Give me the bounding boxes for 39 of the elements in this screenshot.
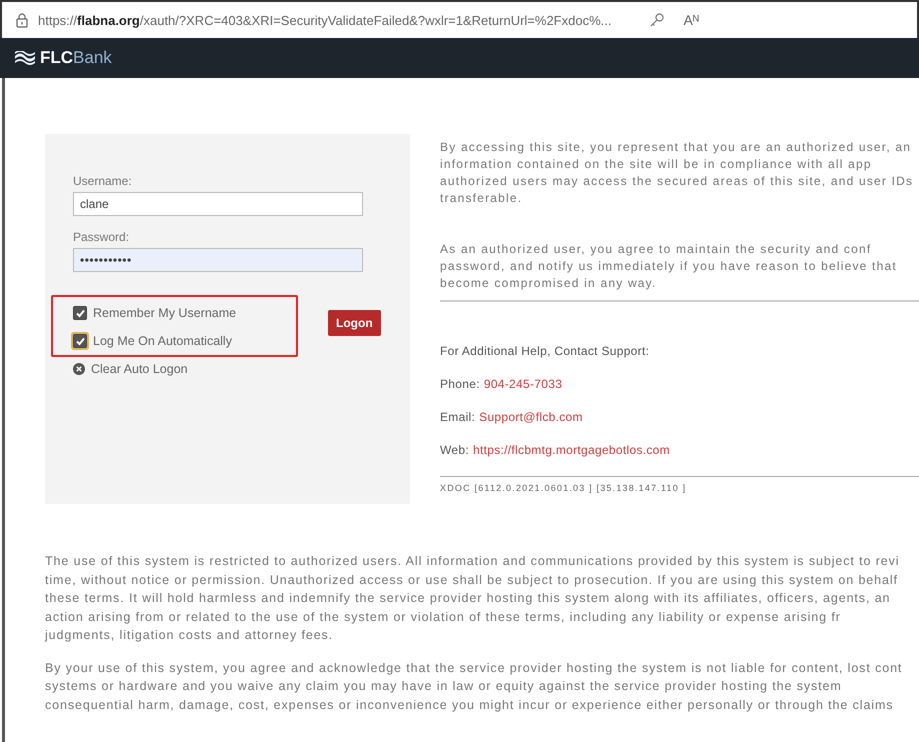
terms-text: time, without notice or permission. Unauthorized access or use shall be subject to prosecution. If you are using this system on behalf [45,572,899,589]
terms-text: action arising from or related to the use of the system or violation of these terms, including any liability or expense arising fr [45,608,842,626]
key-icon[interactable] [649,12,666,28]
logo-text: FLCBank [40,48,112,68]
notice-text: password, and notify us immediately if you have reason to believe that [440,258,898,275]
notice-text: information contained on the site will be in compliance with all app [440,156,873,173]
terms-text: judgments, litigation costs and attorney fees. [45,627,334,644]
contact-link[interactable]: Support@flcb.com [479,410,583,424]
url-text[interactable]: https://flabna.org/xauth/?XRC=403&XRI=SecurityValidateFailed&?wxlr=1&ReturnUrl=%2Fxdoc%... [38,12,612,28]
contact-link[interactable]: https://flcbmtg.mortgagebotlos.com [473,443,670,457]
contact-label: Phone: [440,377,480,391]
field-label: Username: [73,174,133,188]
terms-text: consequential harm, damage, cost, expenses or inconvenience you might incur or experience either personally or through the claims [45,696,894,714]
checkbox[interactable] [73,306,87,320]
notice-text: authorized users may access the secured areas of this site, and user IDs [440,173,914,190]
terms-text: The use of this system is restricted to authorized users. All information and communications provided by this system is subject to revi [45,553,900,570]
lock-icon [16,12,28,28]
contact-label: Email: [440,410,476,424]
username-field[interactable]: clane [73,192,363,216]
notice-text: As an authorized user, you agree to maintain the security and conf [440,241,872,258]
notice-text: transferable. [440,190,524,207]
password-field[interactable]: ••••••••••• [73,248,363,272]
notice-text: By accessing this site, you represent that you are an authorized user, an [440,139,912,156]
logon-button[interactable]: Logon [328,310,381,336]
clear-icon [73,363,85,375]
clear-auto-logon-link[interactable]: Clear Auto Logon [91,362,188,376]
contact-link[interactable]: 904-245-7033 [484,377,562,391]
read-aloud-button[interactable]: Aᴺ [683,12,699,28]
field-label: Password: [73,230,130,244]
terms-text: By your use of this system, you agree and acknowledge that the service provider hosting the system is not liable for content, lost cont [45,660,904,677]
terms-text: these terms. It will hold harmless and indemnify the service provider hosting this system along with its affiliates, officers, agents, an [45,590,892,607]
version-text: XDOC [6112.0.2021.0601.03 ] [35.138.147.110 ] [440,483,688,493]
checkbox-label[interactable]: Remember My Username [93,306,236,320]
checkbox-label[interactable]: Log Me On Automatically [93,334,232,348]
terms-text: systems or hardware and you waive any claim you may have in law or equity against the service provider hosting the system [45,678,843,695]
support-heading: For Additional Help, Contact Support: [440,344,650,358]
notice-text: become compromised in any way. [440,275,658,292]
contact-label: Web: [440,443,469,457]
logo-icon [14,51,36,65]
